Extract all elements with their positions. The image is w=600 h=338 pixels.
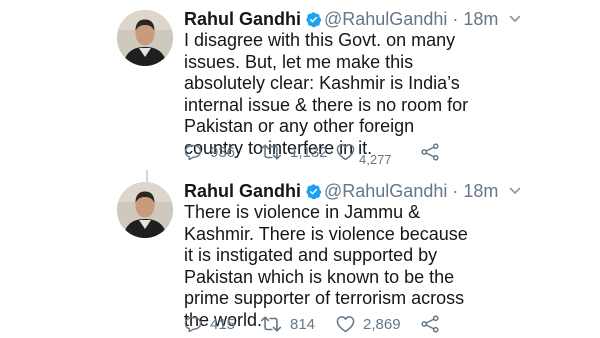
share-icon: [420, 315, 440, 333]
tweet-actions: 936 1,132 4,277: [184, 140, 440, 167]
heart-icon: [336, 143, 355, 161]
heart-icon: [336, 315, 355, 333]
tweet-timestamp[interactable]: 18m: [463, 181, 498, 201]
retweet-count: 1,132: [290, 143, 328, 161]
like-button[interactable]: 4,277: [336, 143, 420, 167]
avatar[interactable]: [117, 182, 173, 238]
tweet-timestamp[interactable]: 18m: [463, 9, 498, 29]
verified-badge-icon: [305, 10, 322, 28]
retweet-count: 814: [290, 315, 316, 333]
like-button[interactable]: 2,869: [336, 315, 420, 333]
tweet-card[interactable]: Rahul Gandhi @RahulGandhi · 18m There is …: [0, 172, 600, 338]
avatar[interactable]: [117, 10, 173, 66]
reply-count: 936: [210, 143, 236, 161]
separator-dot: ·: [452, 181, 459, 201]
chevron-down-icon[interactable]: [508, 180, 522, 194]
reply-count: 415: [210, 315, 236, 333]
share-button[interactable]: [420, 315, 440, 333]
separator-dot: ·: [452, 9, 459, 29]
author-handle[interactable]: @RahulGandhi: [324, 181, 447, 201]
retweet-button[interactable]: 1,132: [260, 143, 336, 161]
reply-button[interactable]: 415: [184, 315, 260, 333]
reply-button[interactable]: 936: [184, 143, 260, 161]
tweet-card[interactable]: Rahul Gandhi @RahulGandhi · 18m I disagre…: [0, 0, 600, 170]
tweet-actions: 415 814 2,869: [184, 312, 440, 336]
reply-icon: [184, 143, 202, 161]
chevron-down-icon[interactable]: [508, 8, 522, 22]
tweet-header: Rahul Gandhi @RahulGandhi · 18m: [184, 179, 522, 203]
tweet-header: Rahul Gandhi @RahulGandhi · 18m: [184, 7, 522, 31]
like-count: 2,869: [363, 315, 401, 333]
reply-icon: [184, 315, 202, 333]
retweet-icon: [260, 315, 282, 333]
author-name[interactable]: Rahul Gandhi: [184, 9, 301, 29]
author-handle[interactable]: @RahulGandhi: [324, 9, 447, 29]
tweet-thread-screenshot: Rahul Gandhi @RahulGandhi · 18m I disagre…: [0, 0, 600, 338]
author-name[interactable]: Rahul Gandhi: [184, 181, 301, 201]
share-button[interactable]: [420, 143, 440, 161]
share-icon: [420, 143, 440, 161]
retweet-button[interactable]: 814: [260, 315, 336, 333]
like-count: 4,277: [359, 151, 392, 167]
retweet-icon: [260, 143, 282, 161]
verified-badge-icon: [305, 182, 322, 200]
